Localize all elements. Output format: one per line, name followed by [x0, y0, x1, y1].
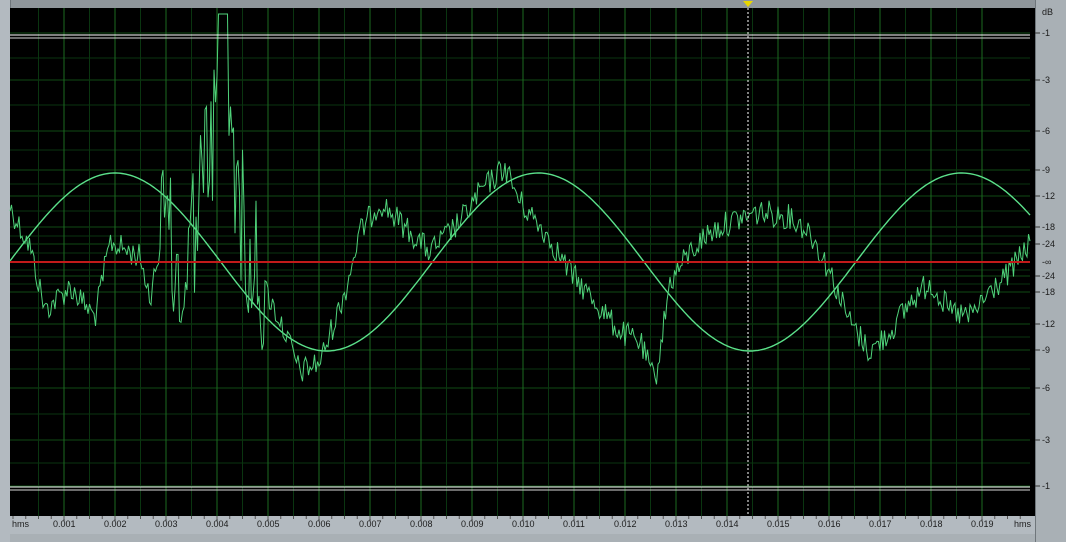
time-tick-label: 0.013	[665, 519, 688, 529]
waveform-editor-window: 0.001 0.002 0.003 0.004 0.005 0.006 0.007 0.008…	[0, 0, 1066, 542]
time-tick-label: 0.001	[53, 519, 76, 529]
db-tick-label: -6	[1042, 126, 1050, 136]
db-tick-label: -3	[1042, 75, 1050, 85]
db-tick-label: -24	[1042, 271, 1055, 281]
time-tick-label: 0.007	[359, 519, 382, 529]
waveform-display[interactable]: 0.001 0.002 0.003 0.004 0.005 0.006 0.007 0.008…	[0, 0, 1066, 542]
time-tick-label: 0.017	[869, 519, 892, 529]
time-tick-label: 0.019	[971, 519, 994, 529]
db-tick-label: -1	[1042, 481, 1050, 491]
db-tick-label: -3	[1042, 435, 1050, 445]
time-tick-label: 0.004	[206, 519, 229, 529]
time-unit-left: hms	[12, 519, 30, 529]
time-tick-label: 0.016	[818, 519, 841, 529]
db-tick-label: -9	[1042, 345, 1050, 355]
db-tick-label: -6	[1042, 383, 1050, 393]
db-center-label: -∞	[1042, 257, 1051, 267]
time-tick-label: 0.002	[104, 519, 127, 529]
db-tick-label: -18	[1042, 287, 1055, 297]
time-tick-label: 0.009	[461, 519, 484, 529]
time-tick-label: 0.015	[767, 519, 790, 529]
db-tick-label: -12	[1042, 191, 1055, 201]
horizontal-scrollbar[interactable]	[10, 534, 1035, 542]
time-tick-label: 0.018	[920, 519, 943, 529]
time-tick-label: 0.010	[512, 519, 535, 529]
db-tick-label: -24	[1042, 239, 1055, 249]
time-tick-label: 0.008	[410, 519, 433, 529]
time-tick-label: 0.006	[308, 519, 331, 529]
time-tick-label: 0.014	[716, 519, 739, 529]
db-tick-label: -1	[1042, 28, 1050, 38]
time-tick-label: 0.003	[155, 519, 178, 529]
time-tick-label: 0.012	[614, 519, 637, 529]
db-tick-label: -9	[1042, 165, 1050, 175]
db-tick-label: -12	[1042, 319, 1055, 329]
db-ruler-ticks: -1 -3 -6 -9 -12 -18 -24 -∞ -24 -18 -12 -9 -6 -3 -1	[1035, 28, 1055, 491]
triangle-down-icon[interactable]	[743, 1, 753, 7]
time-unit-right: hms	[1014, 519, 1032, 529]
db-tick-label: -18	[1042, 222, 1055, 232]
time-tick-label: 0.005	[257, 519, 280, 529]
time-tick-label: 0.011	[563, 519, 585, 529]
db-unit-label: dB	[1042, 7, 1053, 17]
